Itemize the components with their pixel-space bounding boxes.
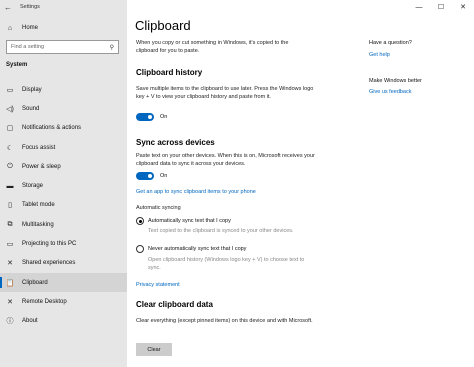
history-toggle-row[interactable]: On xyxy=(136,113,167,121)
sidebar-item-focus-assist[interactable]: ☾ Focus assist xyxy=(0,138,127,157)
clear-button[interactable]: Clear xyxy=(136,343,172,356)
sidebar-item-about[interactable]: ⓘ About xyxy=(0,312,127,331)
automatic-syncing-label: Automatic syncing xyxy=(136,205,181,211)
sidebar-item-label: Notifications & actions xyxy=(22,125,82,132)
sync-toggle[interactable] xyxy=(136,172,154,180)
sidebar-item-label: Sound xyxy=(22,105,40,112)
radio-never-sync-label: Never automatically sync text that I cop… xyxy=(148,246,247,252)
radio-never-sync-button[interactable] xyxy=(136,245,144,253)
home-icon: ⌂ xyxy=(7,24,13,32)
sound-icon: ◁) xyxy=(6,105,14,113)
home-label: Home xyxy=(22,25,39,31)
sidebar-item-label: Tablet mode xyxy=(22,202,55,209)
sidebar-item-label: Storage xyxy=(22,183,44,190)
storage-icon: ▬ xyxy=(6,182,14,190)
sidebar-item-label: Projecting to this PC xyxy=(22,241,77,248)
sidebar-item-multitasking[interactable]: ⧉ Multitasking xyxy=(0,215,127,234)
history-toggle-label: On xyxy=(160,114,168,120)
radio-never-sync-desc: Open clipboard history (Windows logo key… xyxy=(148,257,305,271)
clear-description: Clear everything (except pinned items) o… xyxy=(136,318,313,324)
sidebar-item-label: About xyxy=(22,318,38,325)
sync-heading: Sync across devices xyxy=(136,138,215,147)
search-input[interactable]: Find a setting ⚲ xyxy=(6,40,119,54)
history-heading: Clipboard history xyxy=(136,68,203,77)
power-icon: ⏻ xyxy=(7,162,13,170)
multitasking-icon: ⧉ xyxy=(7,220,13,228)
close-icon[interactable]: ✕ xyxy=(452,0,474,14)
minimize-icon[interactable]: — xyxy=(408,0,430,14)
sidebar-item-projecting-to-this-pc[interactable]: ▭ Projecting to this PC xyxy=(0,234,127,253)
page-title: Clipboard xyxy=(135,18,191,33)
window-title: Settings xyxy=(20,4,40,10)
title-bar: ← Settings xyxy=(0,0,127,14)
sidebar-item-label: Power & sleep xyxy=(22,163,61,170)
sidebar-item-label: Multitasking xyxy=(22,221,54,228)
sync-description: Paste text on your other devices. When t… xyxy=(136,153,315,167)
sidebar-item-tablet-mode[interactable]: ▯ Tablet mode xyxy=(0,196,127,215)
privacy-statement-link[interactable]: Privacy statement xyxy=(136,282,180,288)
clipboard-icon: 📋 xyxy=(5,279,15,287)
help-heading: Have a question? xyxy=(369,40,412,46)
main-pane: — ☐ ✕ Clipboard When you copy or cut som… xyxy=(127,0,474,367)
focus-assist-icon: ☾ xyxy=(6,144,14,152)
sidebar-item-shared-experiences[interactable]: ✕ Shared experiences xyxy=(0,254,127,273)
radio-auto-sync-desc: Text copied to the clipboard is synced t… xyxy=(148,228,294,234)
section-label: System xyxy=(6,62,28,68)
sidebar-item-label: Remote Desktop xyxy=(22,298,67,305)
sidebar-item-sound[interactable]: ◁) Sound xyxy=(0,99,127,118)
maximize-icon[interactable]: ☐ xyxy=(430,0,452,14)
get-help-link[interactable]: Get help xyxy=(369,52,390,58)
notifications-icon: ▢ xyxy=(6,125,14,133)
sync-toggle-row[interactable]: On xyxy=(136,172,167,180)
remote-desktop-icon: ✕ xyxy=(7,298,13,306)
sidebar-item-power-sleep[interactable]: ⏻ Power & sleep xyxy=(0,157,127,176)
sidebar-item-label: Display xyxy=(22,86,42,93)
sidebar-item-remote-desktop[interactable]: ✕ Remote Desktop xyxy=(0,292,127,311)
clear-heading: Clear clipboard data xyxy=(136,300,213,309)
history-description: Save multiple items to the clipboard to … xyxy=(136,86,314,100)
radio-never-sync[interactable]: Never automatically sync text that I cop… xyxy=(136,245,246,253)
navigation-pane: ← Settings ⌂ Home Find a setting ⚲ Syste… xyxy=(0,0,127,367)
shared-icon: ✕ xyxy=(7,260,13,268)
display-icon: ▭ xyxy=(6,86,14,94)
feedback-link[interactable]: Give us feedback xyxy=(369,89,412,95)
home-link[interactable]: ⌂ Home xyxy=(5,22,38,34)
search-placeholder: Find a setting xyxy=(11,44,45,50)
sidebar-item-label: Clipboard xyxy=(22,279,48,286)
projecting-icon: ▭ xyxy=(6,241,14,249)
sidebar-item-storage[interactable]: ▬ Storage xyxy=(0,176,127,195)
sidebar-item-label: Focus assist xyxy=(22,144,56,151)
search-icon[interactable]: ⚲ xyxy=(110,44,114,51)
sidebar-item-label: Shared experiences xyxy=(22,260,76,267)
nav-list: ▭ Display ◁) Sound ▢ Notifications & actions ☾… xyxy=(0,80,127,331)
window-controls: — ☐ ✕ xyxy=(408,0,474,14)
sync-toggle-label: On xyxy=(160,173,168,179)
tablet-icon: ▯ xyxy=(8,202,12,210)
sidebar-item-notifications-actions[interactable]: ▢ Notifications & actions xyxy=(0,119,127,138)
radio-auto-sync[interactable]: Automatically sync text that I copy xyxy=(136,217,231,225)
back-arrow-icon[interactable]: ← xyxy=(0,0,16,14)
radio-auto-sync-button[interactable] xyxy=(136,217,144,225)
radio-auto-sync-label: Automatically sync text that I copy xyxy=(148,218,231,224)
info-icon: ⓘ xyxy=(6,318,14,326)
sidebar-item-clipboard[interactable]: 📋 Clipboard xyxy=(0,272,127,293)
sync-app-link[interactable]: Get an app to sync clipboard items to yo… xyxy=(136,189,256,195)
sidebar-item-display[interactable]: ▭ Display xyxy=(0,80,127,99)
history-toggle[interactable] xyxy=(136,113,154,121)
intro-text: When you copy or cut something in Window… xyxy=(136,40,289,54)
feedback-heading: Make Windows better xyxy=(369,78,422,84)
